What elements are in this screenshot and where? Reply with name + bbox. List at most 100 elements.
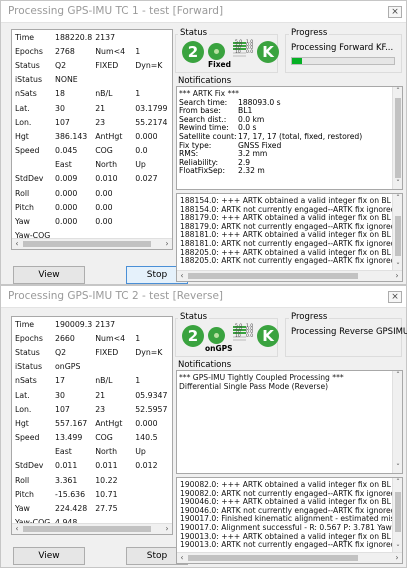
horizontal-scrollbar[interactable]: ‹ › xyxy=(177,552,402,563)
stat-value: 27.75 xyxy=(95,504,118,514)
stat-label: nSats xyxy=(15,376,37,386)
notifications-label: Notifications xyxy=(176,360,234,370)
stat-value: 0.045 xyxy=(55,146,78,156)
scroll-right-arrow-icon[interactable]: › xyxy=(162,239,172,249)
notification-header: *** ARTK Fix *** xyxy=(179,89,239,98)
scrollbar-thumb[interactable] xyxy=(188,555,358,561)
title-bar[interactable]: Processing GPS-IMU TC 1 - test [Forward]… xyxy=(1,1,406,23)
stat-label: Lat. xyxy=(15,103,30,113)
notification-header: *** GPS-IMU Tightly Coupled Processing *… xyxy=(179,373,344,382)
progress-bar xyxy=(291,57,395,65)
scrollbar-thumb[interactable] xyxy=(23,241,151,247)
stat-value: 2137 xyxy=(95,32,116,42)
stat-value: 0.000 xyxy=(55,217,78,227)
stat-value: FIXED xyxy=(95,60,119,70)
stat-value: Num<4 xyxy=(95,333,126,343)
notifications-panel[interactable]: *** ARTK Fix *** Search time: 188093.0 sF… xyxy=(176,86,403,190)
view-button[interactable]: View xyxy=(13,547,85,565)
scrollbar-thumb[interactable] xyxy=(395,216,401,256)
horizontal-scrollbar[interactable]: ‹ › xyxy=(12,238,172,249)
stat-value: 55.2174 xyxy=(135,117,168,127)
vertical-scrollbar[interactable]: ˆ ˇ xyxy=(392,478,402,554)
scroll-up-arrow-icon[interactable]: ˆ xyxy=(393,194,402,204)
vertical-scrollbar[interactable]: ˆ ˇ xyxy=(392,371,402,473)
stat-value: 386.143 xyxy=(55,131,88,141)
stat-value: 2660 xyxy=(55,333,75,343)
stat-value: 0.000 xyxy=(135,131,158,141)
signal-bar-scale-right: 1.0 0.0 0.0 0.0 xyxy=(246,40,254,55)
stats-row: Lon. 107 23 55.2174 xyxy=(12,115,172,129)
scrollbar-thumb[interactable] xyxy=(188,273,358,279)
stat-value: 224.428 xyxy=(55,504,88,514)
close-button[interactable]: ⨯ xyxy=(388,291,402,303)
stat-value: 0.009 xyxy=(55,174,78,184)
stat-value: 0.010 xyxy=(95,174,118,184)
scroll-down-arrow-icon[interactable]: ˇ xyxy=(393,463,402,473)
scroll-left-arrow-icon[interactable]: ‹ xyxy=(177,271,187,281)
stats-row: Yaw 224.428 27.75 xyxy=(12,501,172,515)
stat-value: -15.636 xyxy=(55,489,86,499)
scroll-left-arrow-icon[interactable]: ‹ xyxy=(12,524,22,534)
stat-value: 0.011 xyxy=(55,461,78,471)
close-button[interactable]: ⨯ xyxy=(388,6,402,18)
notification-field: FloatFixSep: 2.32 m xyxy=(177,167,402,176)
stat-label: StdDev xyxy=(15,461,44,471)
stat-value: 188220.8 xyxy=(55,32,93,42)
dynamics-letter-badge: K xyxy=(257,325,279,347)
stat-value: 0.00 xyxy=(95,188,113,198)
vertical-scrollbar[interactable]: ˆ ˇ xyxy=(392,194,402,272)
log-panel[interactable]: 188154.0: +++ ARTK obtained a valid inte… xyxy=(176,193,403,282)
progress-group xyxy=(285,34,402,73)
stat-label: Yaw xyxy=(15,504,30,514)
scroll-right-arrow-icon[interactable]: › xyxy=(392,271,402,281)
status-label: Status xyxy=(178,312,210,322)
quality-number-badge: 2 xyxy=(182,41,204,63)
scroll-up-arrow-icon[interactable]: ˆ xyxy=(393,87,402,97)
scrollbar-thumb[interactable] xyxy=(395,98,401,178)
scroll-up-arrow-icon[interactable]: ˆ xyxy=(393,478,402,488)
log-panel[interactable]: 190082.0: +++ ARTK obtained a valid inte… xyxy=(176,477,403,564)
stats-row: Time 190009.3 2137 xyxy=(12,317,172,331)
stats-row: Epochs 2768 Num<4 1 xyxy=(12,44,172,58)
stats-row: Pitch -15.636 10.71 xyxy=(12,487,172,501)
stats-row: Speed 0.045 COG 0.0 xyxy=(12,144,172,158)
stats-table: Time 190009.3 2137 Epochs 2660 Num<4 1 Status Q2… xyxy=(12,317,172,534)
title-bar[interactable]: Processing GPS-IMU TC 2 - test [Reverse]… xyxy=(1,286,406,308)
scroll-right-arrow-icon[interactable]: › xyxy=(162,524,172,534)
stat-label: Hgt xyxy=(15,131,29,141)
scroll-left-arrow-icon[interactable]: ‹ xyxy=(12,239,22,249)
scroll-up-arrow-icon[interactable]: ˆ xyxy=(393,371,402,381)
notification-value: 2.32 m xyxy=(238,166,265,176)
stats-panel[interactable]: Time 190009.3 2137 Epochs 2660 Num<4 1 Status Q2… xyxy=(11,316,173,535)
stat-label: iStatus xyxy=(15,75,43,85)
stats-row: nSats 17 nB/L 1 xyxy=(12,374,172,388)
horizontal-scrollbar[interactable]: ‹ › xyxy=(12,523,172,534)
horizontal-scrollbar[interactable]: ‹ › xyxy=(177,270,402,281)
scroll-down-arrow-icon[interactable]: ˇ xyxy=(393,179,402,189)
progress-text: Processing Forward KF... xyxy=(291,43,394,53)
scroll-left-arrow-icon[interactable]: ‹ xyxy=(177,553,187,563)
stat-value: 2137 xyxy=(95,319,116,329)
stat-value: onGPS xyxy=(55,362,81,372)
scrollbar-thumb[interactable] xyxy=(23,526,151,532)
stat-value: 0.0 xyxy=(135,146,148,156)
stat-label: Hgt xyxy=(15,418,29,428)
stat-value: FIXED xyxy=(95,347,119,357)
scroll-right-arrow-icon[interactable]: › xyxy=(392,553,402,563)
stats-panel[interactable]: Time 188220.8 2137 Epochs 2768 Num<4 1 Status Q2… xyxy=(11,29,173,250)
stat-value xyxy=(132,200,172,214)
view-button[interactable]: View xyxy=(13,266,85,284)
fix-indicator-icon xyxy=(208,327,225,344)
notification-key: FloatFixSep: xyxy=(179,166,226,176)
processing-window-forward: Processing GPS-IMU TC 1 - test [Forward]… xyxy=(0,0,407,285)
window-title: Processing GPS-IMU TC 2 - test [Reverse] xyxy=(8,290,224,302)
notifications-panel[interactable]: *** GPS-IMU Tightly Coupled Processing *… xyxy=(176,370,403,474)
stat-value: 190009.3 xyxy=(55,319,93,329)
stat-value: Dyn=K xyxy=(135,347,163,357)
stat-value: 107 xyxy=(55,117,70,127)
stat-value xyxy=(132,73,172,87)
vertical-scrollbar[interactable]: ˆ ˇ xyxy=(392,87,402,189)
stat-value: 18 xyxy=(55,89,65,99)
scrollbar-thumb[interactable] xyxy=(395,492,401,532)
stat-value: AntHgt xyxy=(95,418,123,428)
